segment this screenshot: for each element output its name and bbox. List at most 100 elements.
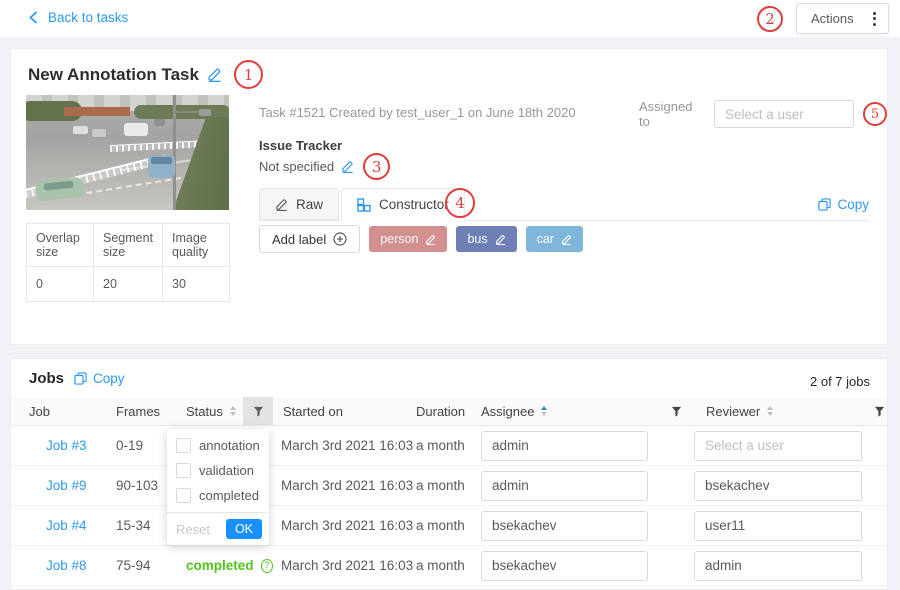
filter-option-label: completed	[199, 488, 259, 503]
assigned-to-input[interactable]	[714, 100, 854, 128]
pencil-icon	[275, 198, 288, 211]
pencil-icon[interactable]	[561, 234, 572, 245]
filter-option-completed[interactable]: completed	[167, 483, 269, 508]
jobs-count: 2 of 7 jobs	[810, 374, 870, 389]
annotation-circle-1: 1	[234, 60, 263, 89]
add-label-button[interactable]: Add label	[259, 225, 360, 253]
tab-raw[interactable]: Raw	[259, 188, 339, 220]
status-cell: completed	[186, 558, 254, 573]
edit-issue-tracker-pencil-icon[interactable]	[341, 160, 354, 173]
assignee-input[interactable]	[481, 431, 648, 461]
started-cell: March 3rd 2021 16:03	[273, 518, 416, 533]
duration-cell: a month	[416, 558, 479, 573]
jobs-table-header: Job Frames Status Started on Duration As…	[11, 397, 887, 426]
filter-option-label: validation	[199, 463, 254, 478]
question-circle-icon[interactable]: ?	[261, 559, 273, 573]
checkbox[interactable]	[176, 463, 191, 478]
duration-cell: a month	[416, 518, 479, 533]
annotation-circle-5: 5	[863, 102, 887, 126]
status-filter-dropdown: annotation validation completed Reset OK	[167, 429, 269, 545]
reviewer-input[interactable]	[694, 431, 862, 461]
jobs-card: Jobs Copy 2 of 7 jobs Job Frames Status …	[10, 358, 888, 590]
duration-cell: a month	[416, 478, 479, 493]
param-header: Overlap size	[27, 224, 94, 267]
frames-cell: 75-94	[116, 558, 186, 573]
task-meta-text: Task #1521 Created by test_user_1 on Jun…	[259, 105, 576, 120]
label-chip-text: person	[380, 232, 418, 246]
issue-tracker-label: Issue Tracker	[259, 138, 342, 153]
kebab-vertical-icon	[873, 12, 876, 26]
filter-option-validation[interactable]: validation	[167, 458, 269, 483]
checkbox[interactable]	[176, 488, 191, 503]
annotation-circle-2: 2	[757, 6, 783, 32]
job-link[interactable]: Job #8	[29, 558, 87, 573]
label-chip-person[interactable]: person	[369, 226, 447, 252]
task-details-card: New Annotation Task 1 Overlap size Segme…	[10, 48, 888, 345]
reset-button[interactable]: Reset	[176, 522, 210, 537]
ok-button[interactable]: OK	[226, 519, 262, 539]
job-link[interactable]: Job #9	[29, 478, 87, 493]
reviewer-input[interactable]	[694, 511, 862, 541]
column-assignee[interactable]: Assignee	[479, 397, 661, 425]
job-link[interactable]: Job #4	[29, 518, 87, 533]
top-bar: Back to tasks 2 Actions	[0, 0, 900, 37]
label-chip-car[interactable]: car	[526, 226, 583, 252]
filter-option-label: annotation	[199, 438, 260, 453]
label-chip-text: car	[537, 232, 554, 246]
filter-status-icon[interactable]	[243, 397, 273, 425]
assigned-to-label: Assigned to	[639, 99, 705, 129]
build-blocks-icon	[357, 198, 371, 212]
sort-status-icon[interactable]	[230, 406, 236, 416]
label-chip-bus[interactable]: bus	[456, 226, 516, 252]
started-cell: March 3rd 2021 16:03	[273, 558, 416, 573]
add-label-text: Add label	[272, 232, 326, 247]
actions-label: Actions	[811, 11, 854, 26]
table-row: Job #8 75-94 completed ? March 3rd 2021 …	[11, 546, 887, 586]
column-reviewer-label: Reviewer	[706, 404, 760, 419]
duration-cell: a month	[416, 438, 479, 453]
sort-reviewer-icon[interactable]	[767, 406, 773, 416]
column-status-label: Status	[186, 404, 223, 419]
copy-label: Copy	[837, 197, 869, 212]
pencil-icon[interactable]	[425, 234, 436, 245]
reviewer-input[interactable]	[694, 551, 862, 581]
task-parameters-table: Overlap size Segment size Image quality …	[26, 223, 230, 302]
task-preview-image	[26, 95, 229, 210]
param-header: Segment size	[94, 224, 163, 267]
filter-option-annotation[interactable]: annotation	[167, 433, 269, 458]
job-link[interactable]: Job #3	[29, 438, 87, 453]
assignee-input[interactable]	[481, 471, 648, 501]
column-status[interactable]: Status	[186, 397, 243, 425]
edit-title-pencil-icon[interactable]	[207, 67, 222, 82]
copy-label: Copy	[93, 371, 125, 386]
param-value-overlap: 0	[27, 267, 94, 302]
column-reviewer[interactable]: Reviewer	[691, 397, 871, 425]
table-row: Job #3 0-19 March 3rd 2021 16:03 a month	[11, 426, 887, 466]
copy-jobs-link[interactable]: Copy	[74, 371, 125, 386]
param-header: Image quality	[163, 224, 230, 267]
plus-circle-icon	[333, 232, 347, 246]
param-value-segment: 20	[94, 267, 163, 302]
column-started: Started on	[273, 397, 416, 425]
task-title: New Annotation Task	[28, 65, 199, 85]
copy-icon	[818, 198, 831, 211]
label-chip-text: bus	[467, 232, 487, 246]
table-row: Job #9 90-103 March 3rd 2021 16:03 a mon…	[11, 466, 887, 506]
column-job: Job	[29, 397, 116, 425]
checkbox[interactable]	[176, 438, 191, 453]
table-row: Job #4 15-34 March 3rd 2021 16:03 a mont…	[11, 506, 887, 546]
assignee-input[interactable]	[481, 511, 648, 541]
copy-labels-link[interactable]: Copy	[818, 197, 869, 212]
actions-button[interactable]: Actions	[796, 3, 889, 34]
started-cell: March 3rd 2021 16:03	[273, 438, 416, 453]
tab-raw-label: Raw	[296, 197, 323, 212]
column-frames: Frames	[116, 397, 186, 425]
reviewer-input[interactable]	[694, 471, 862, 501]
assignee-input[interactable]	[481, 551, 648, 581]
filter-assignee-icon[interactable]	[661, 397, 691, 425]
back-to-tasks-link[interactable]: Back to tasks	[28, 10, 128, 25]
chevron-left-icon	[28, 11, 39, 24]
pencil-icon[interactable]	[495, 234, 506, 245]
filter-reviewer-icon[interactable]	[871, 397, 887, 425]
sort-assignee-icon[interactable]	[541, 406, 547, 416]
